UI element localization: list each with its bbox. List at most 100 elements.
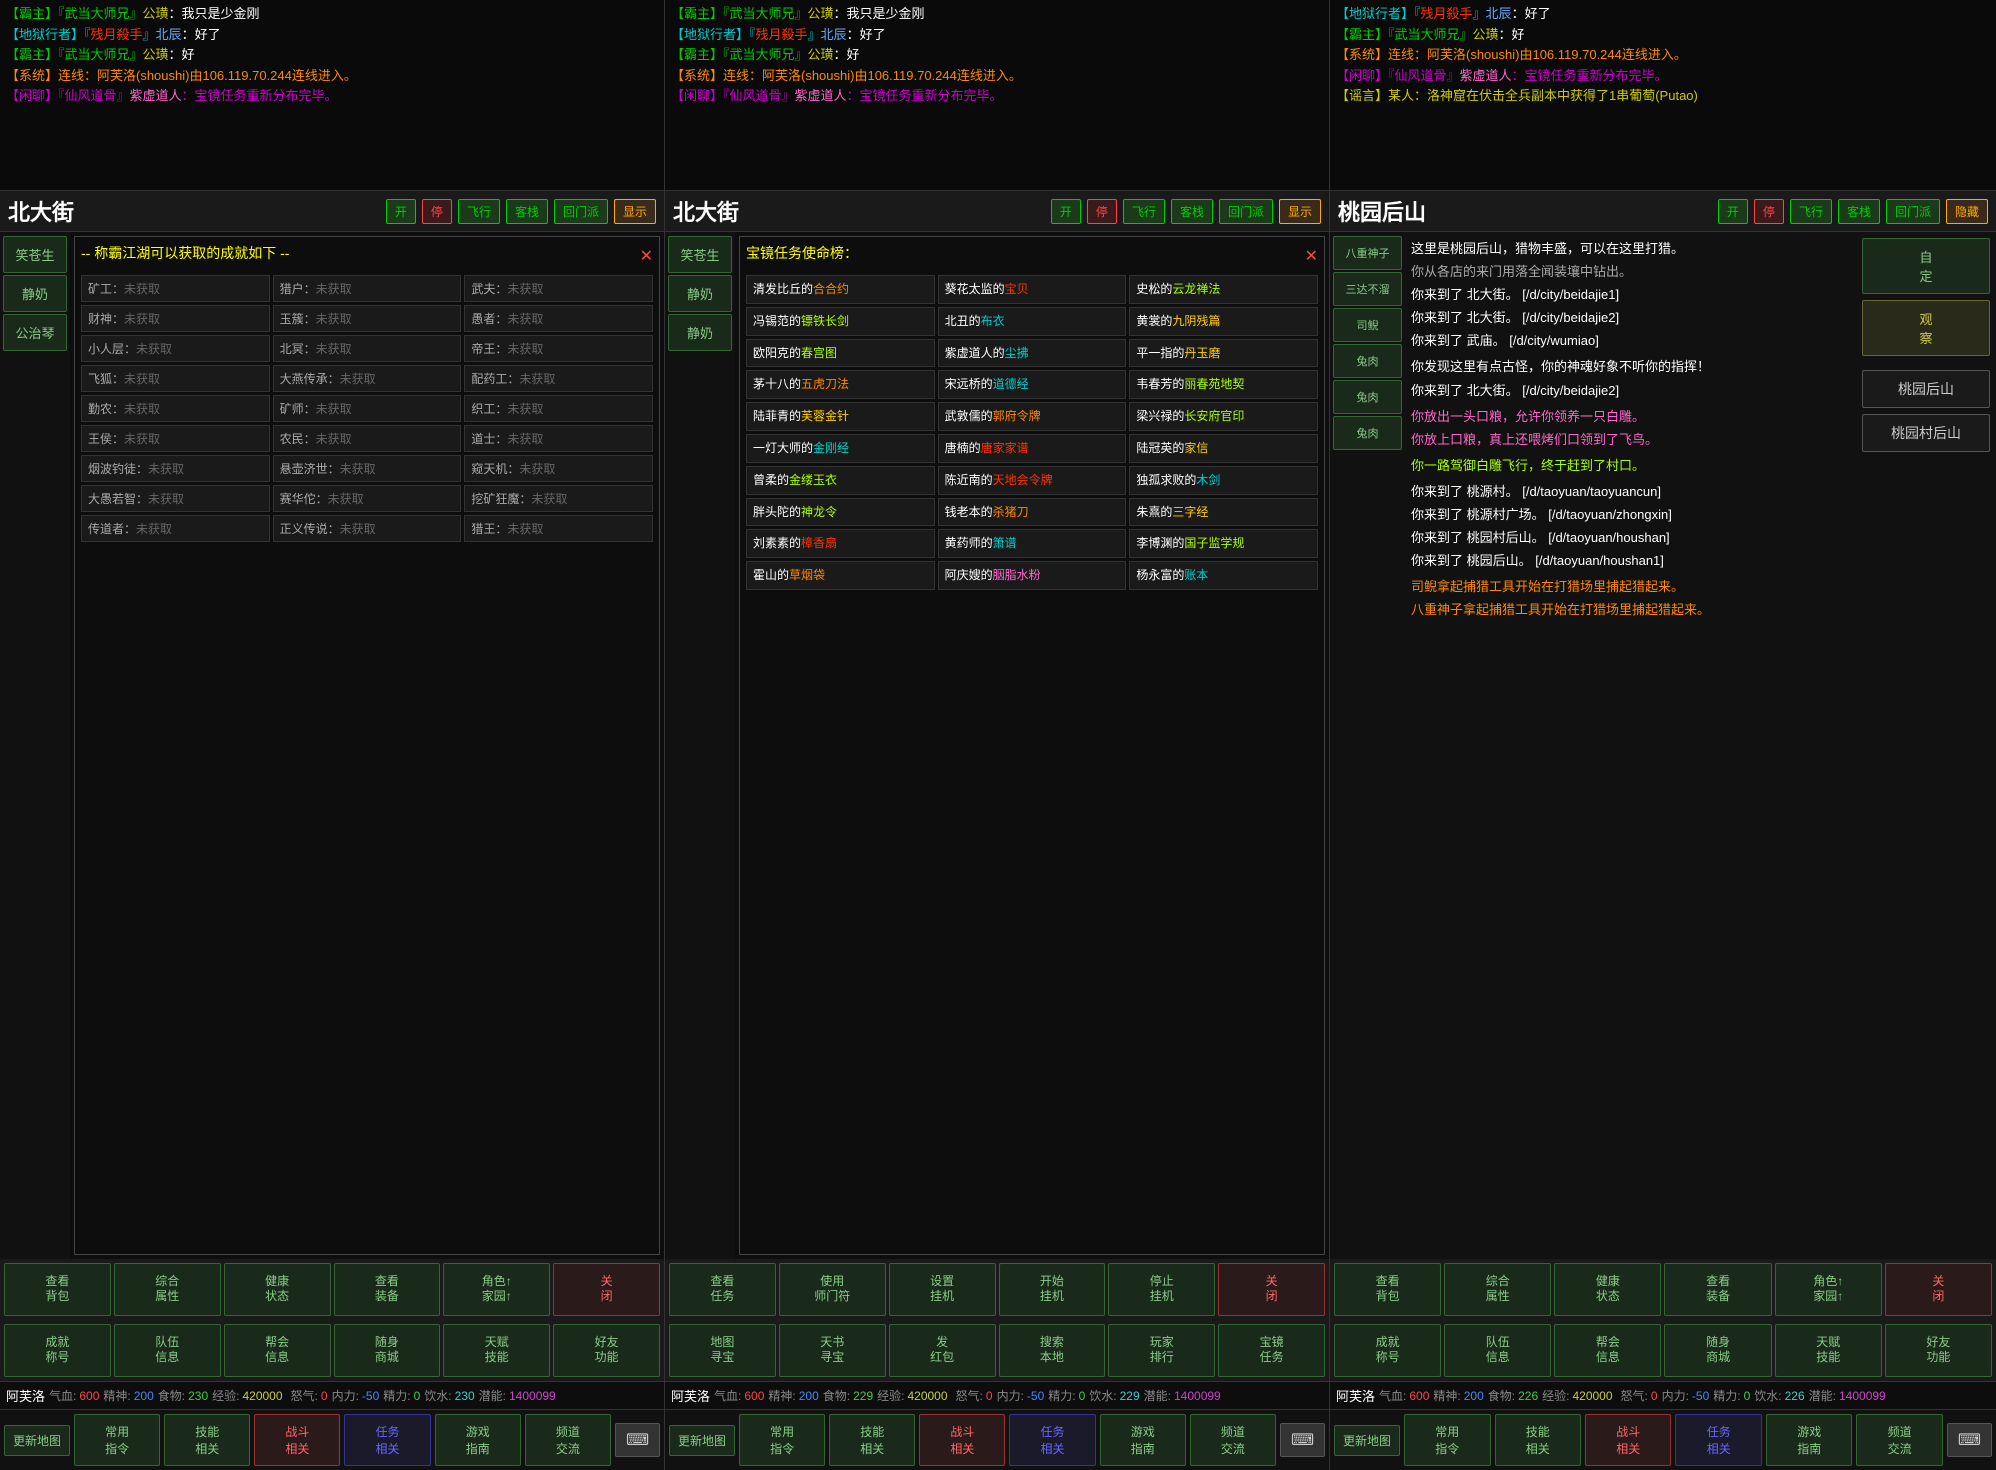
loc-btn-display-2[interactable]: 显示 — [1279, 199, 1321, 224]
loc-btn-return-3[interactable]: 回门派 — [1886, 199, 1940, 224]
update-map-btn-3[interactable]: 更新地图 — [1334, 1425, 1400, 1456]
nav-skill-3[interactable]: 技能相关 — [1495, 1414, 1581, 1466]
btn-talent-1[interactable]: 天赋技能 — [443, 1324, 550, 1377]
loc-btn-fly-2[interactable]: 飞行 — [1123, 199, 1165, 224]
cal-icon-3[interactable]: ⌨ — [1947, 1423, 1992, 1457]
loc-btn-stop-2[interactable]: 停 — [1087, 199, 1117, 224]
btn-redenvelope-2[interactable]: 发红包 — [889, 1324, 996, 1377]
btn-close-1[interactable]: 关闭 — [553, 1263, 660, 1316]
loc-btn-open-1[interactable]: 开 — [386, 199, 416, 224]
sidebar-char-10[interactable]: 兔肉 — [1333, 344, 1402, 378]
sidebar-char-2[interactable]: 静奶 — [3, 275, 67, 312]
sidebar-char-9[interactable]: 司鲵 — [1333, 308, 1402, 342]
sidebar-char-3[interactable]: 公治琴 — [3, 314, 67, 351]
sidebar-char-7[interactable]: 八重神子 — [1333, 236, 1402, 270]
nav-fight-3[interactable]: 战斗相关 — [1585, 1414, 1671, 1466]
panel-2: 【霸主】『武当大师兄』公璜：我只是少金刚 【地狱行者】『残月殺手』北辰：好了 【… — [665, 0, 1330, 1470]
btn-attr-1[interactable]: 综合属性 — [114, 1263, 221, 1316]
btn-attr-3[interactable]: 综合属性 — [1444, 1263, 1551, 1316]
loc-btn-inn-2[interactable]: 客栈 — [1171, 199, 1213, 224]
nav-task-3[interactable]: 任务相关 — [1675, 1414, 1761, 1466]
sidebar-char-12[interactable]: 兔肉 — [1333, 416, 1402, 450]
nav-skill-2[interactable]: 技能相关 — [829, 1414, 915, 1466]
btn-shop-1[interactable]: 随身商城 — [334, 1324, 441, 1377]
btn-role-1[interactable]: 角色↑家园↑ — [443, 1263, 550, 1316]
nav-channel-1[interactable]: 频道交流 — [525, 1414, 611, 1466]
btn-team-3[interactable]: 队伍信息 — [1444, 1324, 1551, 1377]
btn-viewtask-2[interactable]: 查看任务 — [669, 1263, 776, 1316]
ach-close-btn[interactable]: ✕ — [640, 246, 653, 266]
loc-btn-return-2[interactable]: 回门派 — [1219, 199, 1273, 224]
nav-task-1[interactable]: 任务相关 — [344, 1414, 430, 1466]
btn-close-3[interactable]: 关闭 — [1885, 1263, 1992, 1316]
btn-equip-3[interactable]: 查看装备 — [1664, 1263, 1771, 1316]
loc-btn-display-1[interactable]: 显示 — [614, 199, 656, 224]
btn-role-3[interactable]: 角色↑家园↑ — [1775, 1263, 1882, 1316]
sidebar-char-6[interactable]: 静奶 — [668, 314, 732, 351]
cal-icon-2[interactable]: ⌨ — [1280, 1423, 1325, 1457]
btn-team-1[interactable]: 队伍信息 — [114, 1324, 221, 1377]
sidebar-char-8[interactable]: 三达不溜 — [1333, 272, 1402, 306]
btn-health-3[interactable]: 健康状态 — [1554, 1263, 1661, 1316]
nav-channel-3[interactable]: 频道交流 — [1856, 1414, 1942, 1466]
btn-ranking-2[interactable]: 玩家排行 — [1108, 1324, 1215, 1377]
nav-guide-3[interactable]: 游戏指南 — [1766, 1414, 1852, 1466]
btn-close-2[interactable]: 关闭 — [1218, 1263, 1325, 1316]
btn-friend-3[interactable]: 好友功能 — [1885, 1324, 1992, 1377]
btn-achievement-1[interactable]: 成就称号 — [4, 1324, 111, 1377]
sidebar-char-5[interactable]: 静奶 — [668, 275, 732, 312]
btn-health-1[interactable]: 健康状态 — [224, 1263, 331, 1316]
loc-btn-open-2[interactable]: 开 — [1051, 199, 1081, 224]
btn-guild-3[interactable]: 帮会信息 — [1554, 1324, 1661, 1377]
btn-talisman-2[interactable]: 使用师门符 — [779, 1263, 886, 1316]
ach-item: 财神：未获取 — [81, 305, 270, 332]
btn-searchlocal-2[interactable]: 搜索本地 — [999, 1324, 1106, 1377]
sidebar-char-4[interactable]: 笑苍生 — [668, 236, 732, 273]
btn-friend-1[interactable]: 好友功能 — [553, 1324, 660, 1377]
nav-guide-2[interactable]: 游戏指南 — [1100, 1414, 1186, 1466]
nav-fight-1[interactable]: 战斗相关 — [254, 1414, 340, 1466]
btn-maptreasure-2[interactable]: 地图寻宝 — [669, 1324, 776, 1377]
loc-btn-fly-1[interactable]: 飞行 — [458, 199, 500, 224]
btn-guild-1[interactable]: 帮会信息 — [224, 1324, 331, 1377]
stat-mp-2: 精神: 200 — [768, 1386, 818, 1405]
ziding-btn[interactable]: 自定 — [1862, 238, 1990, 294]
sidebar-char-11[interactable]: 兔肉 — [1333, 380, 1402, 414]
loc-btn-stop-1[interactable]: 停 — [422, 199, 452, 224]
loc-btn-open-3[interactable]: 开 — [1718, 199, 1748, 224]
btn-talent-3[interactable]: 天赋技能 — [1775, 1324, 1882, 1377]
btn-achievement-3[interactable]: 成就称号 — [1334, 1324, 1441, 1377]
btn-shop-3[interactable]: 随身商城 — [1664, 1324, 1771, 1377]
btn-sethang-2[interactable]: 设置挂机 — [889, 1263, 996, 1316]
btn-backpack-3[interactable]: 查看背包 — [1334, 1263, 1441, 1316]
btn-starthang-2[interactable]: 开始挂机 — [999, 1263, 1106, 1316]
nav-guide-1[interactable]: 游戏指南 — [435, 1414, 521, 1466]
ach-item: 猎户：未获取 — [273, 275, 462, 302]
loc-btn-inn-1[interactable]: 客栈 — [506, 199, 548, 224]
loc-btn-inn-3[interactable]: 客栈 — [1838, 199, 1880, 224]
update-map-btn-1[interactable]: 更新地图 — [4, 1425, 70, 1456]
nav-fight-2[interactable]: 战斗相关 — [919, 1414, 1005, 1466]
nav-skill-1[interactable]: 技能相关 — [164, 1414, 250, 1466]
sidebar-char-1[interactable]: 笑苍生 — [3, 236, 67, 273]
location-tag-2[interactable]: 桃园村后山 — [1862, 414, 1990, 452]
btn-booktreasure-2[interactable]: 天书寻宝 — [779, 1324, 886, 1377]
loc-btn-stop-3[interactable]: 停 — [1754, 199, 1784, 224]
btn-baojing-2[interactable]: 宝镜任务 — [1218, 1324, 1325, 1377]
btn-equip-1[interactable]: 查看装备 — [334, 1263, 441, 1316]
btn-stophang-2[interactable]: 停止挂机 — [1108, 1263, 1215, 1316]
nav-channel-2[interactable]: 频道交流 — [1190, 1414, 1276, 1466]
nav-common-3[interactable]: 常用指令 — [1404, 1414, 1490, 1466]
location-tag-1[interactable]: 桃园后山 — [1862, 370, 1990, 408]
guancha-btn[interactable]: 观察 — [1862, 300, 1990, 356]
update-map-btn-2[interactable]: 更新地图 — [669, 1425, 735, 1456]
nav-task-2[interactable]: 任务相关 — [1009, 1414, 1095, 1466]
task-close-btn[interactable]: ✕ — [1305, 246, 1318, 266]
loc-btn-hide-3[interactable]: 隐藏 — [1946, 199, 1988, 224]
loc-btn-return-1[interactable]: 回门派 — [554, 199, 608, 224]
loc-btn-fly-3[interactable]: 飞行 — [1790, 199, 1832, 224]
nav-common-1[interactable]: 常用指令 — [74, 1414, 160, 1466]
btn-backpack-1[interactable]: 查看背包 — [4, 1263, 111, 1316]
cal-icon-1[interactable]: ⌨ — [615, 1423, 660, 1457]
nav-common-2[interactable]: 常用指令 — [739, 1414, 825, 1466]
